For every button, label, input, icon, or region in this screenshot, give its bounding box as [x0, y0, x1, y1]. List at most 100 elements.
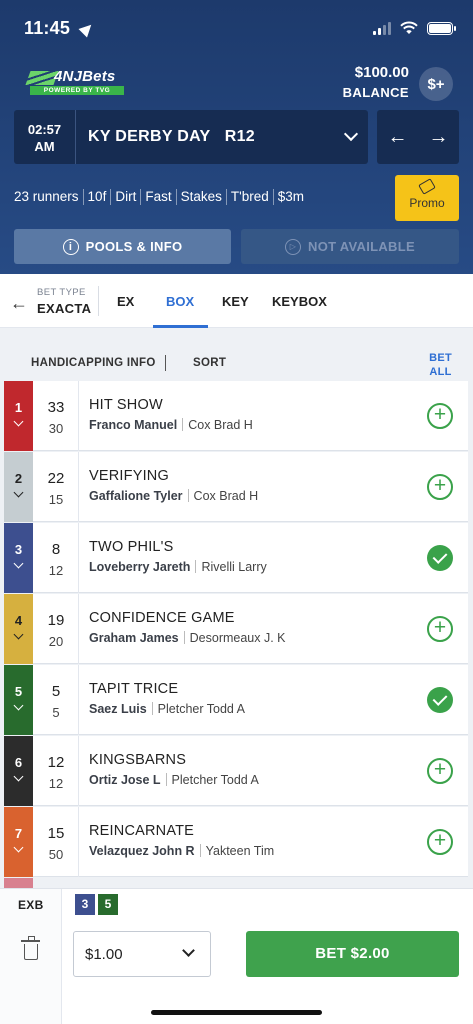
chevron-down-icon [13, 487, 24, 498]
runner-row[interactable]: 2 22 15 VERIFYING Gaffalione Tyler Cox Brad H… [4, 452, 468, 522]
chevron-down-icon [13, 771, 24, 782]
tab-key[interactable]: KEY [222, 294, 249, 309]
saddle-cloth[interactable]: 5 [4, 665, 33, 735]
program-number: 7 [14, 826, 23, 841]
runner-row[interactable]: 5 5 5 TAPIT TRICE Saez Luis Pletcher Todd A [4, 665, 468, 735]
bet-type-bar: ← BET TYPE EXACTA EX BOX KEY KEYBOX [0, 274, 473, 328]
program-number: 5 [14, 684, 23, 699]
runner-connections: Graham James Desormeaux J. K [89, 631, 286, 645]
promo-button[interactable]: Promo [395, 175, 459, 221]
race-selector[interactable]: 02:57 AM KY DERBY DAY R12 [14, 110, 368, 164]
selected-check-icon[interactable] [427, 545, 453, 571]
next-race-button[interactable]: → [429, 126, 449, 149]
odds-column: 15 50 [34, 807, 79, 877]
chevron-down-icon [13, 629, 24, 640]
status-bar: 11:45 [24, 14, 456, 42]
status-icons [373, 21, 456, 35]
not-available-label: NOT AVAILABLE [308, 239, 415, 254]
selected-check-icon[interactable] [427, 687, 453, 713]
chevron-down-icon [343, 126, 359, 142]
play-icon: ▷ [285, 238, 302, 255]
trainer-name: Cox Brad H [188, 418, 253, 432]
saddle-cloth[interactable]: 6 [4, 736, 33, 806]
trainer-name: Yakteen Tim [205, 844, 275, 858]
ml-odds: 15 [47, 825, 65, 842]
trainer-name: Pletcher Todd A [157, 702, 246, 716]
runner-row[interactable]: 1 33 30 HIT SHOW Franco Manuel Cox Brad H + [4, 381, 468, 451]
sort-button[interactable]: SORT [193, 357, 226, 369]
bet-type-value[interactable]: EXACTA [37, 301, 91, 316]
add-selection-plus-icon[interactable]: + [427, 829, 453, 855]
post-time: 02:57 AM [14, 110, 76, 164]
odds-column: 22 15 [34, 452, 79, 522]
saddle-cloth[interactable]: 2 [4, 452, 33, 522]
add-selection-plus-icon[interactable]: + [427, 616, 453, 642]
home-indicator [151, 1010, 322, 1015]
chevron-down-icon [13, 416, 24, 427]
selection-chip: 5 [98, 894, 118, 915]
race-header: 11:45 4NJBets POWERED BY TVG $100.00 BAL… [0, 0, 473, 274]
program-number: 3 [14, 542, 23, 557]
logo-subtitle: POWERED BY TVG [30, 86, 124, 95]
saddle-cloth[interactable]: 1 [4, 381, 33, 451]
handicapping-info-button[interactable]: HANDICAPPING INFO [31, 357, 156, 369]
program-number: 1 [14, 400, 23, 415]
trainer-name: Desormeaux J. K [189, 631, 286, 645]
race-condition: Fast [140, 189, 175, 205]
runner-name: VERIFYING [89, 468, 169, 484]
runner-row[interactable]: 6 12 12 KINGSBARNS Ortiz Jose L Pletcher Todd… [4, 736, 468, 806]
brand-logo[interactable]: 4NJBets POWERED BY TVG [25, 68, 128, 100]
trash-icon[interactable] [21, 936, 40, 960]
runner-name: KINGSBARNS [89, 752, 187, 768]
race-navigation: ← → [377, 110, 459, 164]
selection-chip: 3 [75, 894, 95, 915]
tab-box[interactable]: BOX [166, 294, 194, 309]
runner-connections: Velazquez John R Yakteen Tim [89, 844, 274, 858]
runner-row[interactable]: 7 15 50 REINCARNATE Velazquez John R Yakteen … [4, 807, 468, 877]
divider [182, 418, 184, 431]
balance-display[interactable]: $100.00 BALANCE [343, 64, 409, 100]
ml-odds: 22 [47, 470, 65, 487]
bet-slip-side: EXB [0, 889, 62, 1024]
logo-text: 4NJBets [54, 68, 116, 85]
bet-all-button[interactable]: BET ALL [429, 351, 452, 379]
video-not-available-button: ▷ NOT AVAILABLE [241, 229, 459, 264]
race-purse: $3m [272, 189, 308, 205]
deposit-button[interactable]: $+ [419, 67, 453, 101]
runner-name: TAPIT TRICE [89, 681, 179, 697]
bet-amount-select[interactable]: $1.00 [73, 931, 211, 977]
add-selection-plus-icon[interactable]: + [427, 758, 453, 784]
prev-race-button[interactable]: ← [388, 126, 408, 149]
runner-row[interactable]: 4 19 20 CONFIDENCE GAME Graham James Desormea… [4, 594, 468, 664]
runner-name: TWO PHIL'S [89, 539, 174, 555]
add-selection-plus-icon[interactable]: + [427, 403, 453, 429]
balance-label: BALANCE [342, 85, 409, 100]
race-class: Stakes [175, 189, 226, 205]
odds-column: 55 [34, 665, 79, 735]
bet-amount-value: $1.00 [85, 946, 123, 963]
post-time-ampm: AM [34, 139, 55, 154]
ml-odds: 8 [51, 541, 61, 558]
tab-keybox[interactable]: KEYBOX [272, 294, 327, 309]
odds-column: 8 12 [34, 523, 79, 593]
back-arrow-icon[interactable]: ← [10, 293, 28, 314]
jockey-name: Ortiz Jose L [89, 773, 161, 787]
bet-code: EXB [18, 898, 44, 912]
saddle-cloth[interactable]: 7 [4, 807, 33, 877]
race-runners: 23 runners [14, 189, 79, 204]
runner-name: CONFIDENCE GAME [89, 610, 235, 626]
add-selection-plus-icon[interactable]: + [427, 474, 453, 500]
list-header: HANDICAPPING INFO SORT BET ALL [4, 335, 468, 381]
pools-info-button[interactable]: i POOLS & INFO [14, 229, 231, 264]
saddle-cloth[interactable]: 3 [4, 523, 33, 593]
runner-row[interactable]: 3 8 12 TWO PHIL'S Loveberry Jareth Rivelli La… [4, 523, 468, 593]
tab-ex[interactable]: EX [117, 294, 134, 309]
runner-list: HANDICAPPING INFO SORT BET ALL 1 33 30 HIT … [0, 328, 473, 888]
current-odds: 20 [48, 634, 64, 649]
ml-odds: 12 [47, 754, 65, 771]
jockey-name: Loveberry Jareth [89, 560, 191, 574]
runner-connections: Gaffalione Tyler Cox Brad H [89, 489, 258, 503]
saddle-cloth[interactable]: 4 [4, 594, 33, 664]
place-bet-button[interactable]: BET $2.00 [246, 931, 459, 977]
current-odds: 12 [48, 563, 64, 578]
